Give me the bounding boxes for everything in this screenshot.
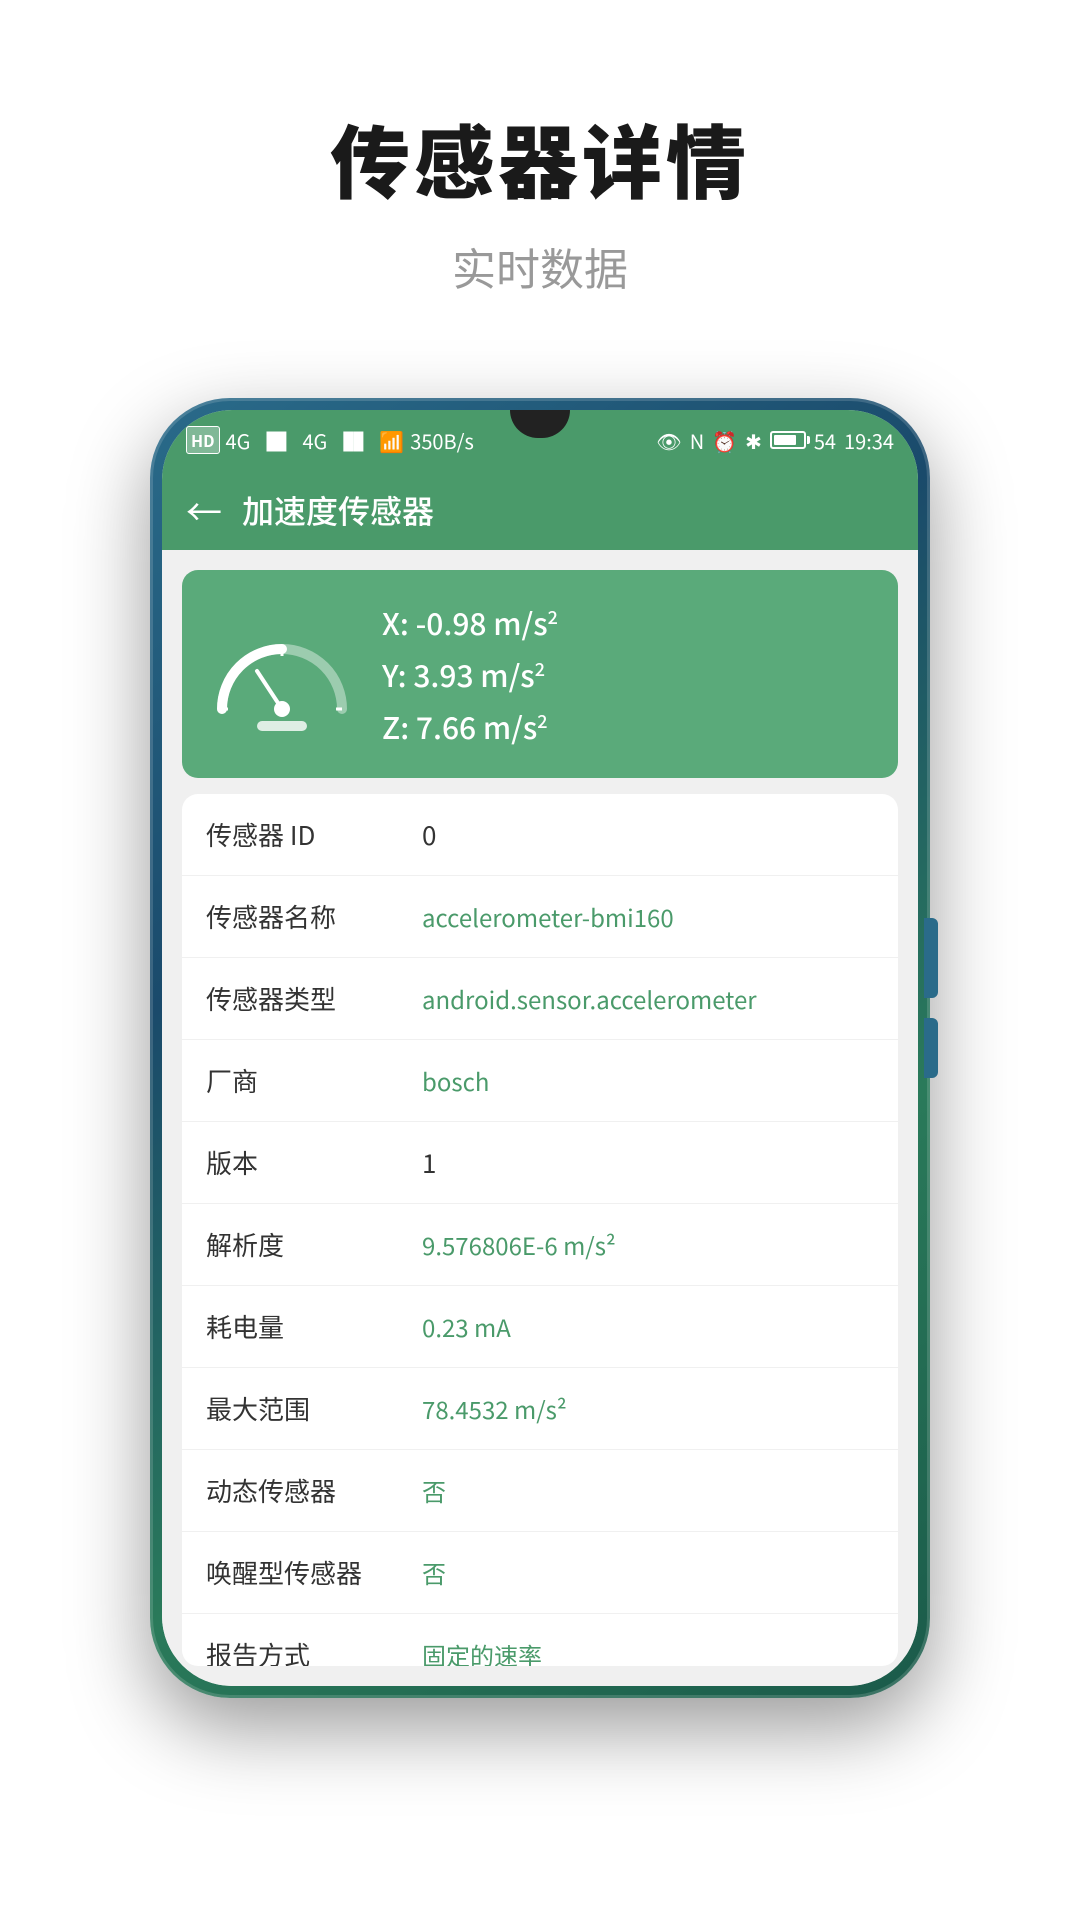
back-button[interactable]: ←	[186, 484, 222, 536]
info-value: 1	[422, 1144, 874, 1181]
info-value: android.sensor.accelerometer	[422, 981, 874, 1016]
sensor-values: X: -0.98 m/s2 Y: 3.93 m/s2 Z: 7.66 m/s2	[382, 600, 558, 748]
info-label: 动态传感器	[206, 1472, 406, 1509]
info-row: 传感器 ID 0	[182, 794, 898, 876]
info-row: 版本 1	[182, 1122, 898, 1204]
info-row: 解析度 9.576806E-6 m/s²	[182, 1204, 898, 1286]
toolbar-title: 加速度传感器	[242, 487, 434, 533]
page-title: 传感器详情	[330, 100, 750, 216]
info-label: 解析度	[206, 1226, 406, 1263]
info-label: 报告方式	[206, 1636, 406, 1666]
bluetooth-icon: ✱	[745, 426, 762, 455]
info-row: 耗电量 0.23 mA	[182, 1286, 898, 1368]
sensor-info-card: 传感器 ID 0 传感器名称 accelerometer-bmi160 传感器类型 and…	[182, 794, 898, 1666]
info-row: 厂商 bosch	[182, 1040, 898, 1122]
info-label: 唤醒型传感器	[206, 1554, 406, 1591]
clock-time: 19:34	[844, 426, 894, 455]
speed-indicator: 350B/s	[410, 426, 474, 455]
info-value: 固定的速率	[422, 1637, 874, 1666]
info-row: 唤醒型传感器否	[182, 1532, 898, 1614]
info-value: 78.4532 m/s²	[422, 1391, 874, 1426]
hd-badge: HD	[186, 426, 220, 454]
y-value: Y: 3.93 m/s2	[382, 652, 558, 696]
status-bar-left: HD 4G ▐▌ 4G ▐▌ 📶 350B/s	[186, 426, 474, 455]
app-toolbar: ← 加速度传感器	[162, 470, 918, 550]
z-value: Z: 7.66 m/s2	[382, 704, 558, 748]
signal-bars: ▐▌	[256, 426, 296, 455]
info-row: 报告方式固定的速率	[182, 1614, 898, 1666]
alarm-icon: ⏰	[712, 426, 737, 455]
side-button-volume-up	[924, 918, 938, 998]
info-label: 厂商	[206, 1062, 406, 1099]
status-bar-right: 👁 N ⏰ ✱ 54 19:34	[656, 426, 894, 455]
speedometer-icon	[202, 609, 362, 739]
phone-screen: HD 4G ▐▌ 4G ▐▌ 📶 350B/s 👁 N ⏰ ✱ 54	[162, 410, 918, 1686]
info-label: 耗电量	[206, 1308, 406, 1345]
page-subtitle: 实时数据	[330, 234, 750, 298]
info-row: 传感器名称 accelerometer-bmi160	[182, 876, 898, 958]
side-button-volume-down	[924, 1018, 938, 1078]
info-label: 最大范围	[206, 1390, 406, 1427]
info-value: 9.576806E-6 m/s²	[422, 1227, 874, 1262]
info-value: bosch	[422, 1063, 874, 1098]
battery-pct: 54	[814, 426, 836, 455]
phone-frame: HD 4G ▐▌ 4G ▐▌ 📶 350B/s 👁 N ⏰ ✱ 54	[150, 398, 930, 1698]
info-row: 最大范围 78.4532 m/s²	[182, 1368, 898, 1450]
signal-bars-2: ▐▌	[333, 426, 373, 455]
info-label: 传感器名称	[206, 898, 406, 935]
page-header: 传感器详情 实时数据	[330, 100, 750, 298]
phone-mockup: HD 4G ▐▌ 4G ▐▌ 📶 350B/s 👁 N ⏰ ✱ 54	[150, 398, 930, 1698]
wifi-icon: 📶	[379, 426, 404, 455]
info-value: 否	[422, 1555, 874, 1590]
sensor-gauge-card: X: -0.98 m/s2 Y: 3.93 m/s2 Z: 7.66 m/s2	[182, 570, 898, 778]
info-label: 传感器类型	[206, 980, 406, 1017]
info-value: 0.23 mA	[422, 1309, 874, 1344]
eye-icon: 👁	[656, 426, 681, 455]
app-content: X: -0.98 m/s2 Y: 3.93 m/s2 Z: 7.66 m/s2 …	[162, 550, 918, 1686]
info-value: 0	[422, 816, 874, 853]
info-row: 动态传感器否	[182, 1450, 898, 1532]
signal-4g-2: 4G	[302, 426, 327, 455]
info-label: 版本	[206, 1144, 406, 1181]
signal-4g-1: 4G	[226, 426, 251, 455]
battery-icon	[770, 431, 806, 449]
info-value: 否	[422, 1473, 874, 1508]
info-value: accelerometer-bmi160	[422, 899, 874, 934]
nfc-icon: N	[690, 426, 704, 455]
info-label: 传感器 ID	[206, 816, 406, 853]
info-row: 传感器类型 android.sensor.accelerometer	[182, 958, 898, 1040]
x-value: X: -0.98 m/s2	[382, 600, 558, 644]
